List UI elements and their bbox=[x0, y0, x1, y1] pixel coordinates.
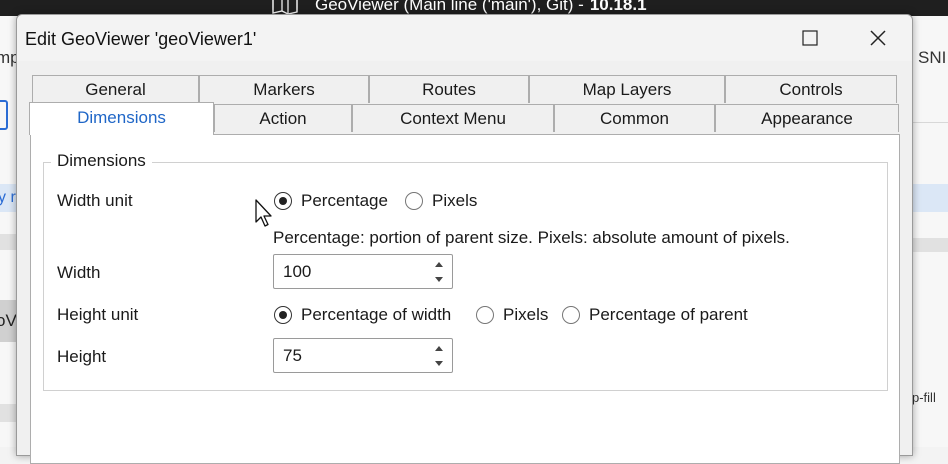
tab-dimensions[interactable]: Dimensions bbox=[29, 102, 214, 135]
width-input[interactable] bbox=[274, 255, 433, 288]
radio-label: Percentage bbox=[301, 191, 388, 210]
maximize-button[interactable] bbox=[787, 15, 833, 61]
height-label: Height bbox=[57, 347, 107, 366]
width-spinbox[interactable] bbox=[273, 254, 453, 289]
background-divider bbox=[912, 122, 948, 123]
close-icon bbox=[870, 30, 886, 46]
dialog-title: Edit GeoViewer 'geoViewer1' bbox=[25, 29, 257, 49]
width-decrement-button[interactable] bbox=[428, 272, 450, 286]
height-spinbox[interactable] bbox=[273, 338, 453, 373]
tab-context-menu[interactable]: Context Menu bbox=[352, 104, 554, 132]
background-row bbox=[912, 238, 948, 252]
arrow-down-icon bbox=[435, 277, 443, 282]
radio-checked-indicator bbox=[274, 306, 292, 324]
height-unit-percentage-of-parent-radio[interactable]: Percentage of parent bbox=[562, 305, 748, 325]
radio-label: Percentage of width bbox=[301, 305, 452, 324]
height-decrement-button[interactable] bbox=[428, 356, 450, 370]
radio-unchecked-indicator bbox=[476, 306, 494, 324]
height-input[interactable] bbox=[274, 339, 433, 372]
width-increment-button[interactable] bbox=[428, 257, 450, 271]
close-button[interactable] bbox=[855, 15, 901, 61]
width-unit-label: Width unit bbox=[57, 191, 133, 210]
height-unit-pixels-radio[interactable]: Pixels bbox=[476, 305, 548, 325]
width-label: Width bbox=[57, 263, 101, 282]
width-unit-pixels-radio[interactable]: Pixels bbox=[405, 191, 477, 211]
group-title: Dimensions bbox=[51, 151, 152, 171]
height-spin-buttons bbox=[428, 341, 450, 370]
height-unit-label: Height unit bbox=[57, 305, 139, 324]
tab-controls[interactable]: Controls bbox=[725, 75, 897, 103]
radio-label: Pixels bbox=[432, 191, 478, 210]
edit-dialog: Edit GeoViewer 'geoViewer1' General Mark… bbox=[16, 14, 913, 464]
radio-unchecked-indicator bbox=[405, 192, 423, 210]
tab-panel-dimensions: Dimensions Width unit Percentage Pixels … bbox=[30, 134, 900, 464]
arrow-up-icon bbox=[435, 262, 443, 267]
tab-markers[interactable]: Markers bbox=[199, 75, 369, 103]
radio-unchecked-indicator bbox=[562, 306, 580, 324]
arrow-up-icon bbox=[435, 346, 443, 351]
background-window-title: GeoViewer (Main line ('main'), Git) -10.… bbox=[315, 0, 647, 14]
arrow-down-icon bbox=[435, 361, 443, 366]
maximize-icon bbox=[802, 30, 818, 46]
background-text-fragment: SNI bbox=[918, 48, 947, 67]
width-unit-hint: Percentage: portion of parent size. Pixe… bbox=[273, 228, 790, 247]
tab-map-layers[interactable]: Map Layers bbox=[529, 75, 725, 103]
tab-routes[interactable]: Routes bbox=[369, 75, 529, 103]
radio-checked-indicator bbox=[274, 192, 292, 210]
mouse-pointer-icon bbox=[255, 199, 272, 227]
height-unit-percentage-of-width-radio[interactable]: Percentage of width bbox=[274, 305, 451, 325]
radio-label: Pixels bbox=[503, 305, 549, 324]
background-input-fragment bbox=[0, 100, 8, 130]
tab-action[interactable]: Action bbox=[214, 104, 352, 132]
tab-general[interactable]: General bbox=[32, 75, 199, 103]
width-spin-buttons bbox=[428, 257, 450, 286]
dialog-titlebar[interactable]: Edit GeoViewer 'geoViewer1' bbox=[17, 15, 912, 61]
radio-label: Percentage of parent bbox=[589, 305, 748, 324]
height-increment-button[interactable] bbox=[428, 341, 450, 355]
background-highlight-row bbox=[912, 184, 948, 212]
background-right-strip: SNI p-fill bbox=[912, 16, 948, 447]
app-logo-icon bbox=[272, 0, 298, 14]
width-unit-percentage-radio[interactable]: Percentage bbox=[274, 191, 388, 211]
background-text-fragment: p-fill bbox=[912, 390, 936, 405]
tab-appearance[interactable]: Appearance bbox=[715, 104, 899, 132]
tab-common[interactable]: Common bbox=[554, 104, 715, 132]
